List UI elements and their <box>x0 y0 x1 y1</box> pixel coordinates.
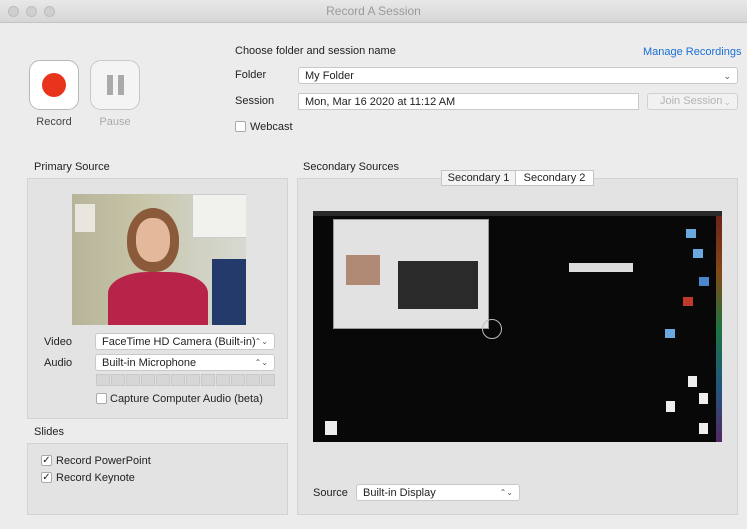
webcam-preview <box>72 194 246 325</box>
record-button[interactable] <box>29 60 79 110</box>
screen-capture-preview <box>313 211 722 442</box>
audio-value: Built-in Microphone <box>102 357 197 369</box>
video-select[interactable]: FaceTime HD Camera (Built-in) ⌃⌄ <box>95 333 275 350</box>
audio-select[interactable]: Built-in Microphone ⌃⌄ <box>95 354 275 371</box>
pause-icon <box>107 75 125 95</box>
record-session-window: Record A Session Record Pause Choose fol… <box>0 0 747 529</box>
capture-computer-audio-label: Capture Computer Audio (beta) <box>110 393 263 405</box>
record-label: Record <box>36 116 72 128</box>
select-arrows-icon: ⌃⌄ <box>499 488 513 497</box>
tab-secondary-2[interactable]: Secondary 2 <box>515 170 594 186</box>
session-label: Session <box>235 95 275 107</box>
webcast-checkbox[interactable] <box>235 121 246 132</box>
audio-label: Audio <box>44 357 73 369</box>
source-value: Built-in Display <box>363 487 436 499</box>
record-keynote-checkbox[interactable]: ✓ <box>41 472 52 483</box>
folder-label: Folder <box>235 69 267 81</box>
manage-recordings-link[interactable]: Manage Recordings <box>643 46 741 58</box>
window-title: Record A Session <box>326 4 421 18</box>
secondary-sources-heading: Secondary Sources <box>303 161 399 173</box>
pause-label: Pause <box>99 116 131 128</box>
record-powerpoint-checkbox[interactable]: ✓ <box>41 455 52 466</box>
capture-computer-audio-checkbox[interactable] <box>96 393 107 404</box>
pause-button[interactable] <box>90 60 140 110</box>
chevron-down-icon: ⌄ <box>723 97 731 107</box>
audio-level-meter <box>96 374 275 386</box>
primary-source-heading: Primary Source <box>34 161 110 173</box>
video-label: Video <box>44 336 72 348</box>
webcast-label: Webcast <box>250 121 293 133</box>
slides-heading: Slides <box>34 426 64 438</box>
title-bar: Record A Session <box>0 0 747 23</box>
record-powerpoint-label: Record PowerPoint <box>56 455 151 467</box>
select-arrows-icon: ⌃⌄ <box>254 358 268 367</box>
record-keynote-label: Record Keynote <box>56 472 135 484</box>
folder-value: My Folder <box>305 70 354 82</box>
join-session-button[interactable]: Join Session ⌄ <box>647 93 738 110</box>
source-select[interactable]: Built-in Display ⌃⌄ <box>356 484 520 501</box>
chevron-down-icon: ⌄ <box>723 71 731 81</box>
source-label: Source <box>313 487 348 499</box>
tab-secondary-1[interactable]: Secondary 1 <box>441 170 516 186</box>
session-name-field[interactable]: Mon, Mar 16 2020 at 11:12 AM <box>298 93 639 110</box>
join-session-label: Join Session <box>660 95 723 107</box>
select-arrows-icon: ⌃⌄ <box>254 337 268 346</box>
record-icon <box>42 73 66 97</box>
choose-folder-heading: Choose folder and session name <box>235 45 396 57</box>
folder-select[interactable]: My Folder ⌄ <box>298 67 738 84</box>
video-value: FaceTime HD Camera (Built-in) <box>102 336 256 348</box>
